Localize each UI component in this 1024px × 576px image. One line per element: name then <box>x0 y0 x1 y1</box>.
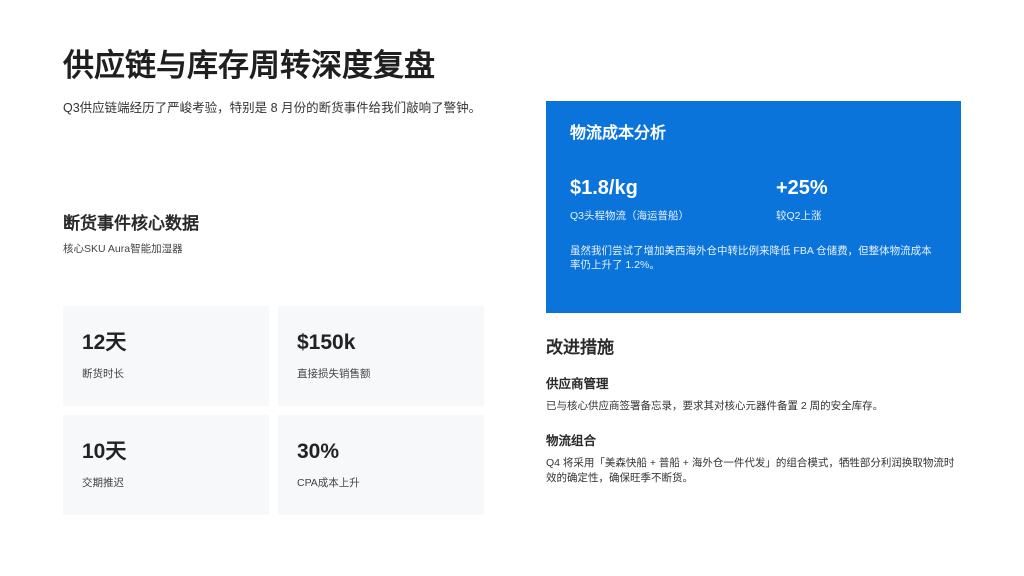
stat-card-lead-time-delay: 10天 交期推迟 <box>63 415 269 515</box>
metric-value: +25% <box>776 177 828 199</box>
stockout-section-subtitle: 核心SKU Aura智能加湿器 <box>63 243 183 255</box>
page-title: 供应链与库存周转深度复盘 <box>63 48 435 83</box>
metric-label: 较Q2上涨 <box>776 210 822 222</box>
logistics-metric-rate: $1.8/kg Q3头程物流（海运普船） <box>570 175 689 224</box>
improvement-item-desc: 已与核心供应商签署备忘录，要求其对核心元器件备置 2 周的安全库存。 <box>546 400 884 412</box>
stat-label: 直接损失销售额 <box>297 368 371 380</box>
logistics-metric-change: +25% 较Q2上涨 <box>776 175 828 224</box>
improvement-item-desc: Q4 将采用「美森快船 + 普船 + 海外仓一件代发」的组合模式，牺牲部分利润换… <box>546 457 955 484</box>
stat-label: CPA成本上升 <box>297 477 360 489</box>
stat-label: 断货时长 <box>82 368 124 380</box>
improvement-item-supplier: 供应商管理 已与核心供应商签署备忘录，要求其对核心元器件备置 2 周的安全库存。 <box>546 375 961 414</box>
stat-value: 30% <box>297 440 340 463</box>
logistics-cost-panel: 物流成本分析 $1.8/kg Q3头程物流（海运普船） +25% 较Q2上涨 虽… <box>546 101 961 313</box>
page-subtitle: Q3供应链端经历了严峻考验，特别是 8 月份的断货事件给我们敲响了警钟。 <box>63 101 482 115</box>
stat-card-lost-sales: $150k 直接损失销售额 <box>278 306 484 406</box>
stat-label: 交期推迟 <box>82 477 124 489</box>
improvement-item-title: 供应商管理 <box>546 377 609 391</box>
metric-value: $1.8/kg <box>570 177 638 199</box>
stat-card-cpa-increase: 30% CPA成本上升 <box>278 415 484 515</box>
metric-label: Q3头程物流（海运普船） <box>570 210 690 222</box>
improvements-title: 改进措施 <box>546 338 614 357</box>
improvement-item-title: 物流组合 <box>546 434 597 448</box>
stockout-section-title: 断货事件核心数据 <box>63 214 199 233</box>
improvement-item-logistics: 物流组合 Q4 将采用「美森快船 + 普船 + 海外仓一件代发」的组合模式，牺牲… <box>546 432 961 486</box>
logistics-note: 虽然我们尝试了增加美西海外仓中转比例来降低 FBA 仓储费，但整体物流成本率仍上… <box>570 245 932 271</box>
stat-card-duration: 12天 断货时长 <box>63 306 269 406</box>
stat-value: $150k <box>297 331 356 354</box>
stat-value: 10天 <box>82 440 127 463</box>
logistics-panel-title: 物流成本分析 <box>570 125 667 142</box>
stat-value: 12天 <box>82 331 127 354</box>
